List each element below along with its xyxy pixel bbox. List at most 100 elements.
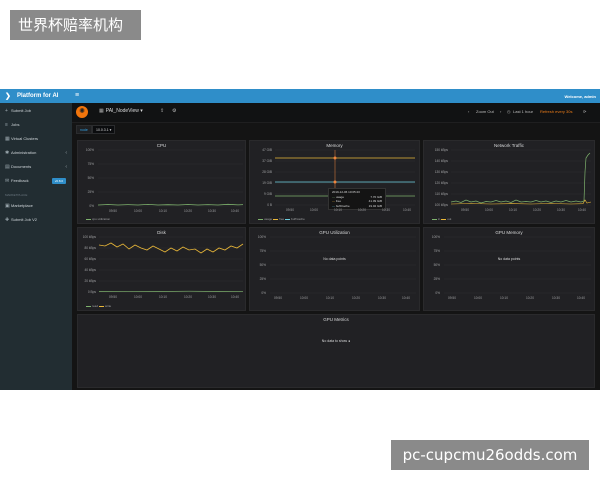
y-tick: 80 kBps [84, 246, 96, 250]
x-tick: 10:20 [184, 209, 192, 213]
disk-chart [98, 236, 244, 293]
series-line-in [450, 152, 591, 204]
panel-title: Network Traffic [494, 143, 524, 148]
sidebar-item-marketplace[interactable]: ▣Marketplace [0, 200, 72, 212]
sidebar-item-administration[interactable]: ✱ Administration ‹ [0, 147, 72, 159]
sidebar-item-label: Feedback [11, 178, 29, 183]
sidebar-item-label: Administration [11, 150, 37, 155]
sidebar-item-label: Submit Job V2 [11, 217, 38, 222]
version-badge: v0.8.0 [51, 178, 66, 184]
x-tick: 10:20 [352, 296, 360, 300]
x-tick: 10:30 [208, 295, 216, 299]
y-tick: 0% [89, 204, 94, 208]
y-tick: 75% [259, 249, 266, 253]
variable-select[interactable]: 10.0.3.1 ▾ [92, 125, 116, 134]
refresh-icon[interactable]: ⟳ [583, 109, 586, 114]
grafana-logo-icon[interactable]: ✺ [76, 106, 88, 118]
sidebar-item-submit-job[interactable]: + Submit Job [0, 105, 72, 117]
panel-memory[interactable]: Memory 47 GiB 37 GiB 28 GiB 19 GiB 9 GiB… [249, 140, 420, 224]
panel-cpu[interactable]: CPU 100% 75% 50% 25% 0% 09:50 10:00 10:1… [77, 140, 246, 224]
gpu-memory-chart [444, 236, 591, 294]
user-welcome[interactable]: Welcome, admin [565, 94, 597, 99]
panel-gpu-metrics[interactable]: GPU Metrics No data to show ● [77, 314, 595, 388]
share-icon[interactable]: ⇪ [160, 108, 164, 114]
sidebar: + Submit Job ≡ Jobs ▦Virtual Clusters ✱ Adm… [0, 103, 72, 390]
x-tick: 10:40 [231, 209, 239, 213]
sidebar-item-label: Marketplace [11, 203, 33, 208]
x-tick: 10:30 [382, 208, 390, 212]
network-chart [450, 149, 592, 206]
x-tick: 10:20 [526, 296, 534, 300]
x-tick: 10:20 [533, 208, 541, 212]
x-tick: 10:10 [326, 296, 334, 300]
sidebar-item-label: Submit Job [11, 108, 32, 113]
sidebar-item-jobs[interactable]: ≡ Jobs [0, 119, 72, 131]
sidebar-item-virtual-clusters[interactable]: ▦Virtual Clusters [0, 133, 72, 145]
y-tick: 0% [261, 291, 266, 295]
x-tick: 09:50 [109, 209, 117, 213]
legend-item[interactable]: cpu utilization [86, 217, 110, 221]
variable-label: node [76, 125, 92, 134]
overlay-watermark: pc-cupcmu26odds.com [391, 440, 589, 470]
y-tick: 100% [431, 235, 440, 239]
y-tick: 40 kBps [84, 268, 96, 272]
chart-tooltip: 2019-12-06 10:05:20 — usage 7.70 GiB — f… [328, 188, 386, 210]
y-tick: 9 GiB [264, 192, 272, 196]
panel-disk[interactable]: Disk 100 kBps 80 kBps 60 kBps 40 kBps 20… [77, 227, 246, 311]
y-tick: 50% [259, 263, 266, 267]
app-window: ❯ Platform for AI ≡ Welcome, admin + Subm… [0, 89, 600, 390]
x-tick: 10:10 [159, 209, 167, 213]
y-tick: 50% [433, 263, 440, 267]
brand-title[interactable]: Platform for AI [17, 93, 58, 99]
legend[interactable]: in out [432, 217, 451, 221]
x-tick: 10:00 [134, 295, 142, 299]
dashboard-area: ✺ ▦ PAI_NodeView ▾ ⇪ ⚙ ‹ Zoom Out › ◷ Las… [72, 103, 600, 390]
x-tick: 09:50 [461, 208, 469, 212]
panel-title: GPU Utilization [319, 230, 350, 235]
sidebar-item-label: Jobs [11, 122, 20, 127]
y-tick: 19 GiB [262, 181, 272, 185]
y-tick: 20 kBps [84, 279, 96, 283]
x-tick: 09:50 [109, 295, 117, 299]
dashboard-picker[interactable]: ▦ PAI_NodeView ▾ [99, 108, 143, 114]
y-tick: 37 GiB [262, 159, 272, 163]
gear-icon[interactable]: ⚙ [172, 108, 176, 114]
panel-title: CPU [156, 143, 167, 148]
y-tick: 75% [433, 249, 440, 253]
x-tick: 10:30 [378, 296, 386, 300]
x-tick: 10:10 [159, 295, 167, 299]
x-tick: 10:30 [552, 296, 560, 300]
legend[interactable]: read write [86, 304, 111, 308]
panel-network-traffic[interactable]: Network Traffic 150 kBps 140 kBps 130 kB… [423, 140, 595, 224]
y-tick: 25% [259, 277, 266, 281]
x-tick: 10:00 [310, 208, 318, 212]
sidebar-item-documents[interactable]: ▤Documents ‹ [0, 161, 72, 173]
time-forward-icon[interactable]: › [500, 109, 501, 114]
x-tick: 10:40 [577, 296, 585, 300]
chevron-left-icon: ‹ [65, 164, 67, 170]
y-tick: 47 GiB [262, 148, 272, 152]
y-tick: 100 kBps [82, 235, 96, 239]
sidebar-item-submit-job-v2[interactable]: ✚ Submit Job V2 [0, 214, 72, 226]
time-range-picker[interactable]: Last 1 hour [513, 109, 533, 114]
no-data-message: No data points [323, 257, 346, 261]
panel-gpu-utilization[interactable]: GPU Utilization 100% 75% 50% 25% 0% No d… [249, 227, 420, 311]
y-tick: 0 B [267, 203, 272, 207]
legend[interactable]: usage free buff/cache [258, 217, 305, 221]
zoom-out-button[interactable]: Zoom Out [476, 109, 494, 114]
time-back-icon[interactable]: ‹ [468, 109, 469, 114]
x-tick: 10:40 [402, 296, 410, 300]
menu-toggle-icon[interactable]: ≡ [75, 92, 79, 99]
x-tick: 10:10 [509, 208, 517, 212]
sidebar-item-label: Virtual Clusters [11, 136, 39, 141]
y-tick: 50% [87, 176, 94, 180]
panel-title: Memory [326, 143, 343, 148]
clock-icon: ◷ [507, 109, 511, 114]
y-tick: 130 kBps [434, 170, 448, 174]
sidebar-item-feedback[interactable]: ✉ Feedback v0.8.0 [0, 175, 72, 187]
x-tick: 10:00 [134, 209, 142, 213]
panel-gpu-memory[interactable]: GPU Memory 100% 75% 50% 25% 0% No data p… [423, 227, 595, 311]
refresh-interval[interactable]: Refresh every 30s [540, 109, 572, 114]
y-tick: 140 kBps [434, 159, 448, 163]
y-tick: 75% [87, 162, 94, 166]
